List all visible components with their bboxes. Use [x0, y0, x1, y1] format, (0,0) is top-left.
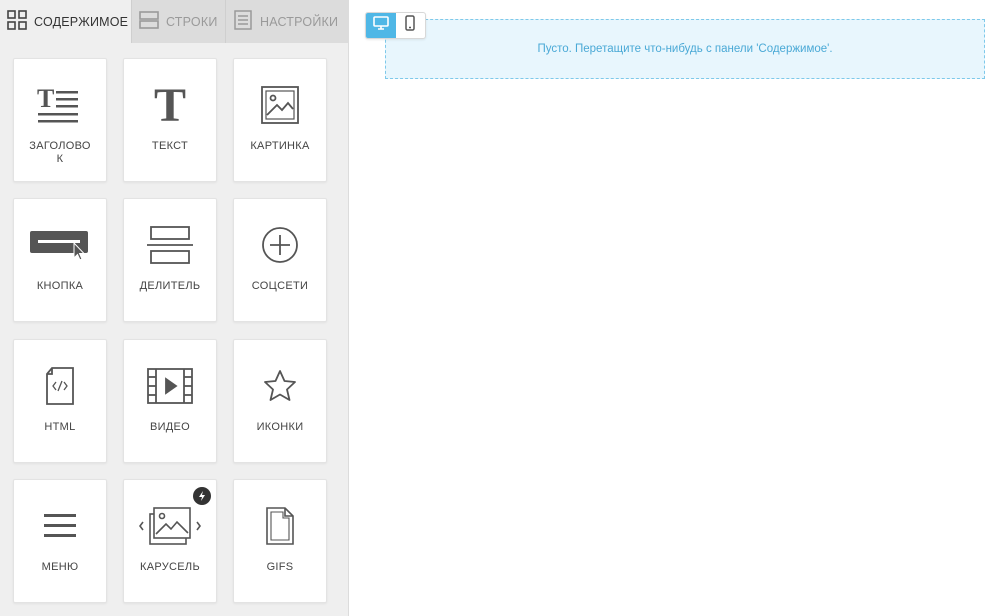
desktop-view-button[interactable]	[366, 13, 396, 38]
star-icon	[234, 362, 326, 410]
tab-rows-label: СТРОКИ	[166, 14, 218, 29]
mobile-icon	[405, 15, 415, 36]
sidebar-tabs: СОДЕРЖИМОЕ СТРОКИ НАСТРОЙКИ	[0, 0, 349, 43]
heading-icon: T	[14, 81, 106, 129]
block-carousel-label: КАРУСЕЛЬ	[140, 561, 200, 573]
content-sidebar: СОДЕРЖИМОЕ СТРОКИ НАСТРОЙКИ T ЗАГОЛОВОК …	[0, 0, 349, 616]
text-icon: T	[124, 81, 216, 129]
block-button-label: КНОПКА	[36, 280, 84, 292]
block-menu-label: МЕНЮ	[41, 561, 79, 573]
carousel-icon	[124, 502, 216, 550]
svg-text:T: T	[154, 83, 186, 127]
settings-icon	[232, 9, 254, 34]
divider-icon	[124, 221, 216, 269]
block-video-label: ВИДЕО	[149, 421, 191, 433]
block-social[interactable]: СОЦСЕТИ	[233, 198, 327, 322]
rows-icon	[138, 9, 160, 34]
tab-content-label: СОДЕРЖИМОЕ	[34, 14, 129, 29]
video-icon	[124, 362, 216, 410]
block-divider-label: ДЕЛИТЕЛЬ	[139, 280, 201, 292]
desktop-icon	[372, 16, 389, 35]
block-image-label: КАРТИНКА	[250, 140, 310, 152]
button-icon	[14, 221, 106, 269]
block-carousel[interactable]: КАРУСЕЛЬ	[123, 479, 217, 603]
block-icons[interactable]: ИКОНКИ	[233, 339, 327, 463]
menu-icon	[14, 502, 106, 550]
block-gifs[interactable]: GIFS	[233, 479, 327, 603]
block-icons-label: ИКОНКИ	[256, 421, 304, 433]
svg-text:T: T	[37, 85, 54, 113]
block-text-label: ТЕКСТ	[151, 140, 189, 152]
image-icon	[234, 81, 326, 129]
block-video[interactable]: ВИДЕО	[123, 339, 217, 463]
block-html[interactable]: HTML	[13, 339, 107, 463]
social-icon	[234, 221, 326, 269]
tab-settings[interactable]: НАСТРОЙКИ	[226, 0, 349, 43]
mobile-view-button[interactable]	[396, 13, 426, 38]
email-canvas: Пусто. Перетащите что-нибудь с панели 'С…	[350, 0, 990, 616]
tab-content[interactable]: СОДЕРЖИМОЕ	[0, 0, 132, 43]
html-file-icon	[14, 362, 106, 410]
block-text[interactable]: T ТЕКСТ	[123, 58, 217, 182]
block-menu[interactable]: МЕНЮ	[13, 479, 107, 603]
grid-icon	[6, 9, 28, 34]
block-heading[interactable]: T ЗАГОЛОВОК	[13, 58, 107, 182]
empty-drop-zone-message: Пусто. Перетащите что-нибудь с панели 'С…	[537, 43, 833, 55]
block-heading-label: ЗАГОЛОВОК	[29, 140, 91, 165]
block-divider[interactable]: ДЕЛИТЕЛЬ	[123, 198, 217, 322]
tab-rows[interactable]: СТРОКИ	[132, 0, 226, 43]
block-html-label: HTML	[44, 421, 76, 433]
tab-settings-label: НАСТРОЙКИ	[260, 14, 339, 29]
gif-file-icon	[234, 502, 326, 550]
empty-drop-zone[interactable]: Пусто. Перетащите что-нибудь с панели 'С…	[385, 19, 985, 79]
block-image[interactable]: КАРТИНКА	[233, 58, 327, 182]
block-gifs-label: GIFS	[266, 561, 294, 573]
device-toggle	[365, 12, 426, 39]
block-button[interactable]: КНОПКА	[13, 198, 107, 322]
block-social-label: СОЦСЕТИ	[251, 280, 309, 292]
